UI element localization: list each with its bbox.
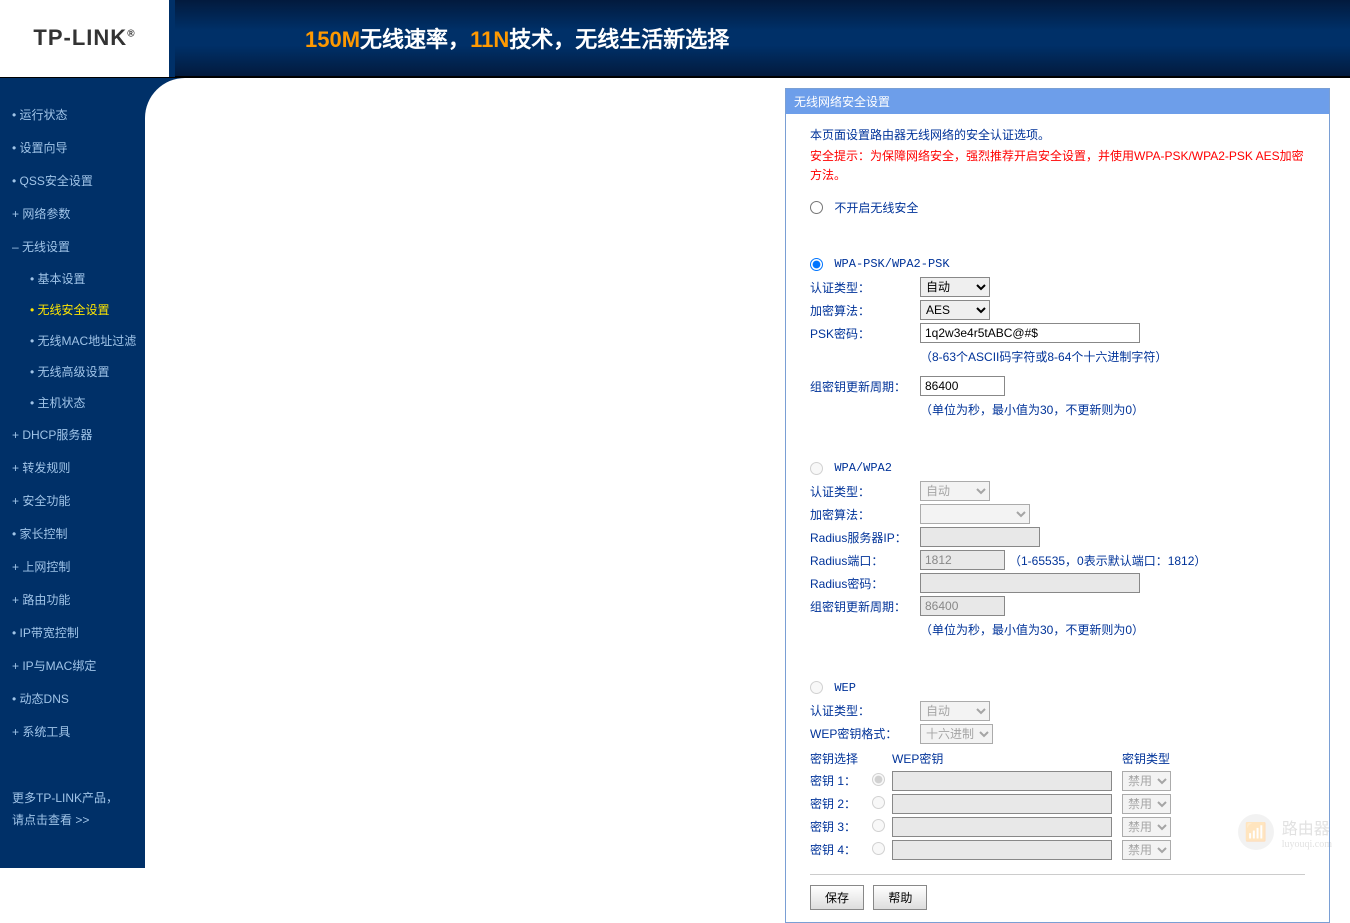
radius-port-label: Radius端口： xyxy=(810,552,920,569)
nav-parental[interactable]: 家长控制 xyxy=(12,517,145,550)
nav-routing[interactable]: 路由功能 xyxy=(12,583,145,616)
radio-disable-security[interactable] xyxy=(810,201,823,214)
nav-access[interactable]: 上网控制 xyxy=(12,550,145,583)
nav-running-status[interactable]: 运行状态 xyxy=(12,98,145,131)
wep-key3-input[interactable] xyxy=(892,817,1112,837)
nav-qss[interactable]: QSS安全设置 xyxy=(12,164,145,197)
security-panel: 无线网络安全设置 本页面设置路由器无线网络的安全认证选项。 安全提示：为保障网络… xyxy=(785,88,1330,923)
wpa-gk-label: 组密钥更新周期： xyxy=(810,598,920,615)
wep-col-key: WEP密钥 xyxy=(892,750,1122,767)
radio-wep-label: WEP xyxy=(834,681,856,695)
wep-key1-input[interactable] xyxy=(892,771,1112,791)
security-warning: 安全提示：为保障网络安全，强烈推荐开启安全设置，并使用WPA-PSK/WPA2-… xyxy=(810,147,1305,185)
wpapsk-gk-input[interactable] xyxy=(920,376,1005,396)
wep-col-type: 密钥类型 xyxy=(1122,750,1182,767)
wep-key4-input[interactable] xyxy=(892,840,1112,860)
nav-sub-hoststatus[interactable]: 主机状态 xyxy=(12,387,145,418)
wpapsk-gk-label: 组密钥更新周期： xyxy=(810,378,920,395)
main-content: 无线网络安全设置 本页面设置路由器无线网络的安全认证选项。 安全提示：为保障网络… xyxy=(145,78,1350,868)
watermark: 📶 路由器 luyouqi.com xyxy=(1238,814,1332,850)
wep-key4-radio[interactable] xyxy=(872,842,885,855)
nav-ddns[interactable]: 动态DNS xyxy=(12,682,145,715)
wpa-enc-select[interactable] xyxy=(920,504,1030,524)
wep-fmt-select[interactable]: 十六进制 xyxy=(920,724,993,744)
sidebar: 运行状态 设置向导 QSS安全设置 网络参数 无线设置 基本设置 无线安全设置 … xyxy=(0,78,145,868)
wep-key1-type[interactable]: 禁用 xyxy=(1122,771,1171,791)
nav-sub-security[interactable]: 无线安全设置 xyxy=(12,294,145,325)
logo-area: TP-LINK® xyxy=(0,0,175,77)
wpa-gk-hint: （单位为秒，最小值为30，不更新则为0） xyxy=(920,619,1305,646)
nav-ipmac[interactable]: IP与MAC绑定 xyxy=(12,649,145,682)
radius-port-input[interactable] xyxy=(920,550,1005,570)
radius-pwd-input[interactable] xyxy=(920,573,1140,593)
corner-decoration xyxy=(145,78,185,118)
wpapsk-enc-select[interactable]: AES xyxy=(920,300,990,320)
panel-title: 无线网络安全设置 xyxy=(786,89,1329,114)
wpapsk-psk-input[interactable] xyxy=(920,323,1140,343)
wpapsk-psk-hint: （8-63个ASCII码字符或8-64个十六进制字符） xyxy=(920,346,1305,373)
nav-wireless[interactable]: 无线设置 xyxy=(12,230,145,263)
router-icon: 📶 xyxy=(1238,814,1274,850)
wep-key2-type[interactable]: 禁用 xyxy=(1122,794,1171,814)
wep-key3-type[interactable]: 禁用 xyxy=(1122,817,1171,837)
radius-ip-input[interactable] xyxy=(920,527,1040,547)
nav-sub-macfilter[interactable]: 无线MAC地址过滤 xyxy=(12,325,145,356)
wpa-enc-label: 加密算法： xyxy=(810,506,920,523)
nav-sub-advanced[interactable]: 无线高级设置 xyxy=(12,356,145,387)
wep-key4-type[interactable]: 禁用 xyxy=(1122,840,1171,860)
radius-port-hint: （1-65535，0表示默认端口：1812） xyxy=(1009,552,1206,569)
wpapsk-auth-label: 认证类型： xyxy=(810,279,920,296)
wep-key2-input[interactable] xyxy=(892,794,1112,814)
wpapsk-gk-hint: （单位为秒，最小值为30，不更新则为0） xyxy=(920,399,1305,426)
nav-system[interactable]: 系统工具 xyxy=(12,715,145,748)
save-button[interactable]: 保存 xyxy=(810,885,864,910)
radio-wpa[interactable] xyxy=(810,462,823,475)
radio-wep[interactable] xyxy=(810,681,823,694)
wpa-gk-input[interactable] xyxy=(920,596,1005,616)
help-button[interactable]: 帮助 xyxy=(873,885,927,910)
radio-disable-label: 不开启无线安全 xyxy=(834,202,918,216)
wep-key1-radio[interactable] xyxy=(872,773,885,786)
wep-key4-label: 密钥 4： xyxy=(810,841,872,858)
nav-dhcp[interactable]: DHCP服务器 xyxy=(12,418,145,451)
wpapsk-psk-label: PSK密码： xyxy=(810,325,920,342)
wpapsk-enc-label: 加密算法： xyxy=(810,302,920,319)
wep-fmt-label: WEP密钥格式： xyxy=(810,725,920,742)
wpa-auth-label: 认证类型： xyxy=(810,483,920,500)
nav-setup-wizard[interactable]: 设置向导 xyxy=(12,131,145,164)
radio-wpa-label: WPA/WPA2 xyxy=(834,461,892,475)
wep-col-select: 密钥选择 xyxy=(810,750,872,767)
radio-wpapsk-label: WPA-PSK/WPA2-PSK xyxy=(834,257,949,271)
nav-forward[interactable]: 转发规则 xyxy=(12,451,145,484)
more-products-link[interactable]: 更多TP-LINK产品，请点击查看 >> xyxy=(12,788,145,831)
wep-key1-label: 密钥 1： xyxy=(810,772,872,789)
radius-pwd-label: Radius密码： xyxy=(810,575,920,592)
header-banner: TP-LINK® 150M无线速率，11N技术，无线生活新选择 xyxy=(0,0,1350,78)
wep-auth-select[interactable]: 自动 xyxy=(920,701,990,721)
wep-key3-radio[interactable] xyxy=(872,819,885,832)
wep-key2-radio[interactable] xyxy=(872,796,885,809)
brand-logo: TP-LINK® xyxy=(33,25,135,51)
radio-wpapsk[interactable] xyxy=(810,258,823,271)
nav-security[interactable]: 安全功能 xyxy=(12,484,145,517)
radius-ip-label: Radius服务器IP： xyxy=(810,529,920,546)
banner-text: 150M无线速率，11N技术，无线生活新选择 xyxy=(175,22,1350,54)
wep-key2-label: 密钥 2： xyxy=(810,795,872,812)
nav-bandwidth[interactable]: IP带宽控制 xyxy=(12,616,145,649)
wep-key3-label: 密钥 3： xyxy=(810,818,872,835)
nav-network-params[interactable]: 网络参数 xyxy=(12,197,145,230)
panel-description: 本页面设置路由器无线网络的安全认证选项。 xyxy=(810,126,1305,143)
nav-sub-basic[interactable]: 基本设置 xyxy=(12,263,145,294)
wpa-auth-select[interactable]: 自动 xyxy=(920,481,990,501)
wpapsk-auth-select[interactable]: 自动 xyxy=(920,277,990,297)
wep-auth-label: 认证类型： xyxy=(810,702,920,719)
